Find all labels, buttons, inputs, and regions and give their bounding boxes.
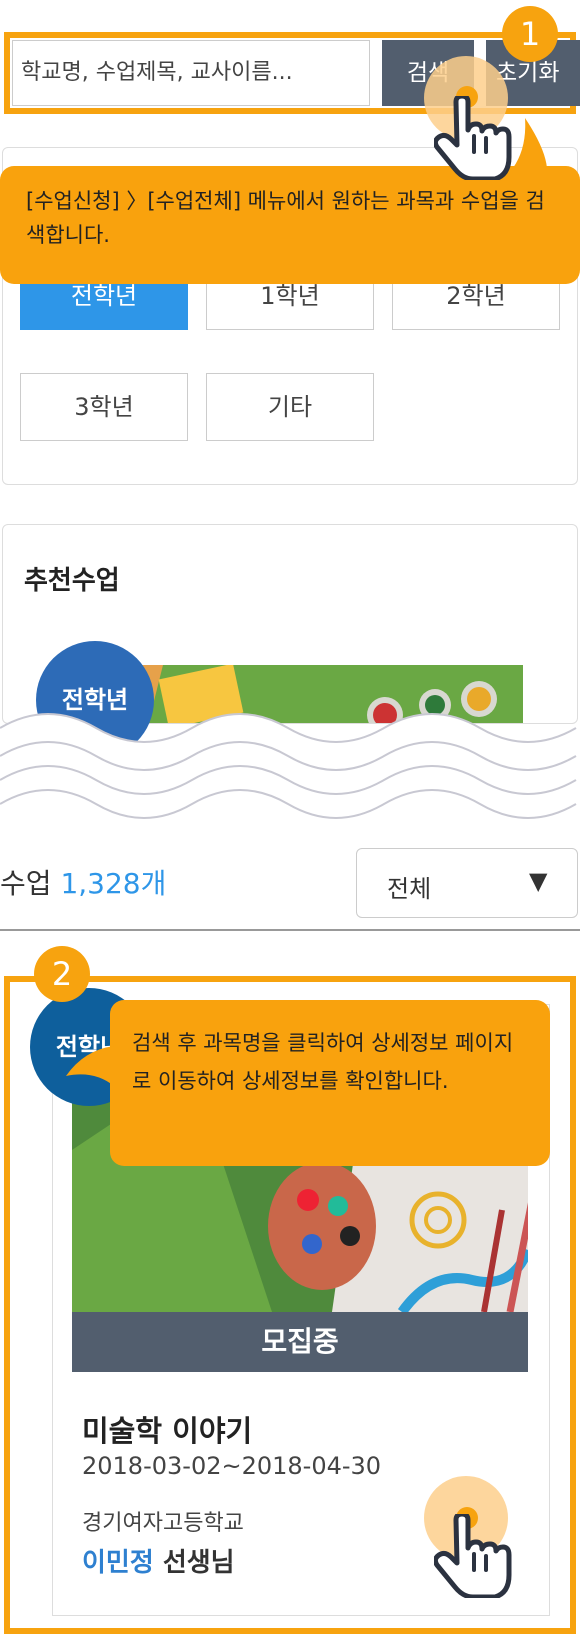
course-teacher: 이민정 선생님 — [82, 1542, 235, 1579]
pointer-hand-icon — [434, 96, 512, 180]
course-title-link[interactable]: 미술학 이야기 — [82, 1408, 252, 1450]
pointer-hand-icon — [434, 1514, 512, 1598]
search-input[interactable]: 학교명, 수업제목, 교사이름... — [12, 40, 370, 106]
content-break-wave — [0, 713, 580, 819]
divider — [0, 929, 580, 931]
result-count-number: 1,328개 — [60, 867, 167, 900]
sort-select[interactable]: 전체 ▼ — [356, 848, 578, 918]
grade-filter-3[interactable]: 3학년 — [20, 373, 188, 441]
step2-tooltip: 검색 후 과목명을 클릭하여 상세정보 페이지로 이동하여 상세정보를 확인합니… — [110, 1000, 550, 1166]
teacher-suffix: 선생님 — [162, 1548, 235, 1578]
sort-select-value: 전체 — [387, 875, 432, 903]
result-count-label: 수업 — [0, 867, 52, 900]
result-count: 수업 1,328개 — [0, 862, 166, 902]
course-date-range: 2018-03-02~2018-04-30 — [82, 1452, 382, 1480]
grade-filter-etc[interactable]: 기타 — [206, 373, 374, 441]
step1-badge: 1 — [502, 6, 558, 62]
course-status-banner: 모집중 — [72, 1312, 528, 1372]
step2-badge: 2 — [34, 946, 90, 1002]
chevron-down-icon: ▼ — [529, 867, 548, 895]
recommended-title: 추천수업 — [24, 566, 120, 596]
step1-tooltip: [수업신청] 〉[수업전체] 메뉴에서 원하는 과목과 수업을 검색합니다. — [0, 166, 580, 284]
tooltip-pointer — [66, 1046, 114, 1086]
course-school: 경기여자고등학교 — [82, 1511, 244, 1536]
teacher-name: 이민정 — [82, 1548, 154, 1578]
